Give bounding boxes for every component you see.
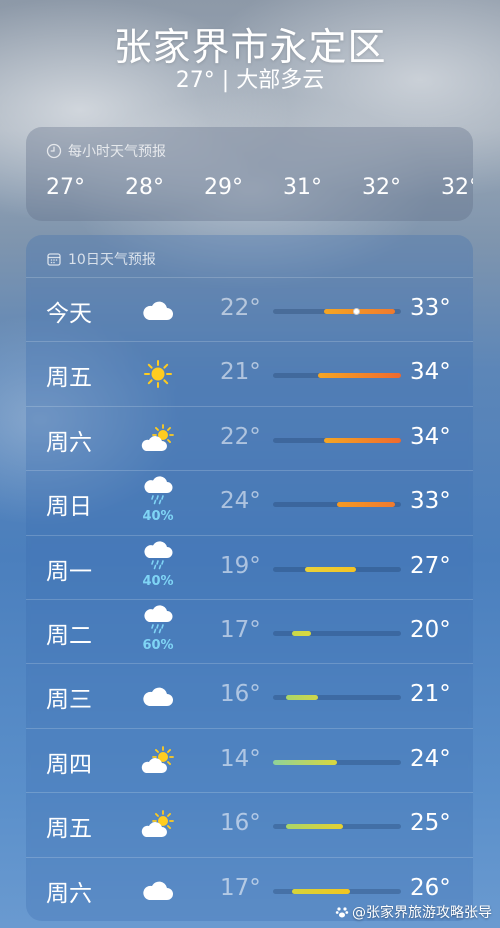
precipitation-chance: 40% xyxy=(142,573,174,589)
ten-day-forecast-title: 10日天气预报 xyxy=(68,252,156,268)
forecast-row[interactable]: 周二 60% 17° 20° xyxy=(26,599,473,664)
forecast-row[interactable]: 周四 14° 24° xyxy=(26,727,473,793)
low-temperature: 17° xyxy=(220,874,261,901)
sun-icon xyxy=(138,354,178,394)
forecast-row[interactable]: 周一 40% 19° 27° xyxy=(26,534,473,600)
temperature-range-fill xyxy=(285,824,344,830)
temperature-range-fill xyxy=(305,566,357,572)
forecast-day-label: 今天 xyxy=(46,301,92,327)
high-temperature: 27° xyxy=(410,552,451,579)
temperature-range-fill xyxy=(285,695,318,701)
hourly-forecast-card[interactable]: 每小时天气预报 27° 28° 29° 31° 32° 32° xyxy=(26,127,473,221)
forecast-day-label: 周一 xyxy=(46,558,92,585)
hourly-temp: 27° xyxy=(46,175,85,200)
forecast-day-label: 周五 xyxy=(46,365,92,392)
forecast-row[interactable]: 周六 22° 34° xyxy=(26,405,473,471)
temperature-range-bar xyxy=(273,437,401,443)
precipitation-chance: 60% xyxy=(142,638,174,653)
watermark: @张家界旅游攻略张导 xyxy=(335,902,492,922)
high-temperature: 33° xyxy=(410,295,451,321)
precipitation-chance: 40% xyxy=(142,509,174,525)
forecast-day-label: 周二 xyxy=(46,623,92,649)
temperature-range-bar xyxy=(273,888,401,894)
hourly-temp: 32° xyxy=(362,175,401,200)
forecast-row[interactable]: 周三 16° 21° xyxy=(26,663,473,728)
high-temperature: 20° xyxy=(410,617,451,643)
low-temperature: 16° xyxy=(220,681,261,708)
paw-icon xyxy=(335,907,349,918)
forecast-day-label: 周六 xyxy=(46,880,92,907)
forecast-row[interactable]: 今天 22° 33° xyxy=(26,277,473,342)
low-temperature: 24° xyxy=(220,488,261,515)
temperature-range-fill xyxy=(292,888,350,894)
temperature-range-fill xyxy=(317,373,401,379)
hourly-temp: 32° xyxy=(441,175,473,200)
temperature-range-fill xyxy=(273,759,337,765)
low-temperature: 14° xyxy=(220,745,261,772)
low-temperature: 22° xyxy=(220,423,261,450)
ten-day-forecast-header: 10日天气预报 xyxy=(46,249,156,269)
partly-cloudy-icon xyxy=(138,805,178,845)
current-temperature-dot xyxy=(352,308,360,315)
cloud-icon xyxy=(138,290,178,330)
high-temperature: 25° xyxy=(410,810,451,837)
rain-cloud-icon xyxy=(138,475,178,505)
forecast-day-label: 周日 xyxy=(46,494,92,521)
temperature-range-bar xyxy=(273,308,401,315)
ten-day-forecast-card[interactable]: 10日天气预报 今天 22° 33° 周五 21° 34° 周六 22° 34° 周日 40% 24°… xyxy=(26,235,473,921)
current-conditions: 27° | 大部多云 xyxy=(175,68,325,93)
hourly-temp: 29° xyxy=(204,175,243,200)
rain-cloud-icon xyxy=(138,604,178,634)
temperature-range-bar xyxy=(273,373,401,379)
temperature-range-fill xyxy=(337,502,395,508)
cloud-icon xyxy=(138,870,178,910)
temperature-range-bar xyxy=(273,759,401,765)
hourly-forecast-title: 每小时天气预报 xyxy=(68,144,166,160)
partly-cloudy-icon xyxy=(138,741,178,781)
hourly-temperature-strip[interactable]: 27° 28° 29° 31° 32° 32° xyxy=(46,175,473,200)
low-temperature: 17° xyxy=(220,617,261,643)
rain-cloud-icon xyxy=(138,540,178,570)
temperature-range-bar xyxy=(273,631,401,636)
cloud-icon xyxy=(138,676,178,716)
clock-icon xyxy=(46,143,62,159)
high-temperature: 34° xyxy=(410,423,451,450)
temperature-range-bar xyxy=(273,502,401,508)
high-temperature: 24° xyxy=(410,745,451,772)
low-temperature: 16° xyxy=(220,810,261,837)
low-temperature: 19° xyxy=(220,552,261,579)
temperature-range-bar xyxy=(273,695,401,701)
hourly-temp: 31° xyxy=(283,175,322,200)
forecast-row[interactable]: 周五 16° 25° xyxy=(26,792,473,857)
hourly-forecast-header: 每小时天气预报 xyxy=(46,141,166,161)
forecast-day-label: 周五 xyxy=(46,816,92,843)
forecast-row[interactable]: 周五 21° 34° xyxy=(26,341,473,406)
forecast-day-label: 周四 xyxy=(46,751,92,778)
forecast-row[interactable]: 周日 40% 24° 33° xyxy=(26,470,473,535)
temperature-range-bar xyxy=(273,824,401,830)
low-temperature: 22° xyxy=(220,295,261,321)
partly-cloudy-icon xyxy=(138,419,178,459)
temperature-range-fill xyxy=(324,437,401,443)
watermark-text: @张家界旅游攻略张导 xyxy=(352,905,492,921)
high-temperature: 33° xyxy=(410,488,451,515)
low-temperature: 21° xyxy=(220,359,261,386)
forecast-day-label: 周三 xyxy=(46,687,92,714)
hourly-temp: 28° xyxy=(125,175,164,200)
temperature-range-fill xyxy=(292,631,312,636)
forecast-day-label: 周六 xyxy=(46,429,92,456)
high-temperature: 21° xyxy=(410,681,451,708)
calendar-icon xyxy=(47,253,61,266)
high-temperature: 34° xyxy=(410,359,451,386)
high-temperature: 26° xyxy=(410,874,451,901)
temperature-range-bar xyxy=(273,566,401,572)
